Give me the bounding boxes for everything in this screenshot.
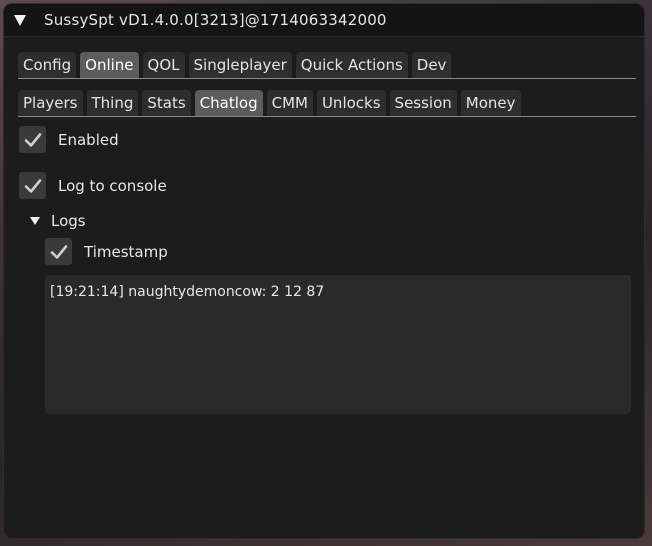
checkmark-icon — [24, 178, 41, 193]
expand-triangle-icon[interactable] — [30, 217, 40, 225]
tab-quick-actions[interactable]: Quick Actions — [295, 52, 408, 78]
tab-cmm[interactable]: CMM — [266, 90, 313, 116]
sussyspt-window: SussySpt vD1.4.0.0[3213]@1714063342000 C… — [3, 3, 645, 539]
tab-players[interactable]: Players — [18, 90, 83, 116]
tab-qol[interactable]: QOL — [142, 52, 185, 78]
window-title: SussySpt vD1.4.0.0[3213]@1714063342000 — [44, 11, 387, 29]
main-tab-bar: Config Online QOL Singleplayer Quick Act… — [18, 50, 636, 79]
enabled-checkbox-row[interactable]: Enabled — [19, 126, 119, 153]
logs-tree-node[interactable]: Logs — [30, 212, 86, 230]
timestamp-label: Timestamp — [84, 242, 168, 261]
log-line: [19:21:14] naughtydemoncow: 2 12 87 — [50, 284, 325, 300]
chat-log-box[interactable]: [19:21:14] naughtydemoncow: 2 12 87 — [45, 275, 631, 414]
tab-online[interactable]: Online — [80, 52, 139, 78]
tab-money[interactable]: Money — [460, 90, 521, 116]
checkmark-icon — [50, 244, 67, 259]
tab-stats[interactable]: Stats — [142, 90, 191, 116]
log-to-console-label: Log to console — [58, 176, 167, 195]
window-titlebar[interactable]: SussySpt vD1.4.0.0[3213]@1714063342000 — [4, 4, 644, 37]
online-sub-tab-bar: Players Thing Stats Chatlog CMM Unlocks … — [18, 88, 636, 117]
tab-singleplayer[interactable]: Singleplayer — [188, 52, 292, 78]
tab-config[interactable]: Config — [18, 52, 77, 78]
tab-session[interactable]: Session — [389, 90, 457, 116]
log-to-console-checkbox[interactable] — [19, 172, 46, 199]
tab-thing[interactable]: Thing — [86, 90, 139, 116]
timestamp-checkbox-row[interactable]: Timestamp — [45, 238, 168, 265]
tab-dev[interactable]: Dev — [411, 52, 452, 78]
checkmark-icon — [24, 132, 41, 147]
enabled-label: Enabled — [58, 130, 119, 149]
tab-unlocks[interactable]: Unlocks — [316, 90, 386, 116]
tab-chatlog[interactable]: Chatlog — [194, 90, 263, 116]
log-to-console-row[interactable]: Log to console — [19, 172, 167, 199]
collapse-triangle-icon[interactable] — [14, 14, 26, 26]
logs-tree-label: Logs — [51, 212, 86, 230]
timestamp-checkbox[interactable] — [45, 238, 72, 265]
enabled-checkbox[interactable] — [19, 126, 46, 153]
